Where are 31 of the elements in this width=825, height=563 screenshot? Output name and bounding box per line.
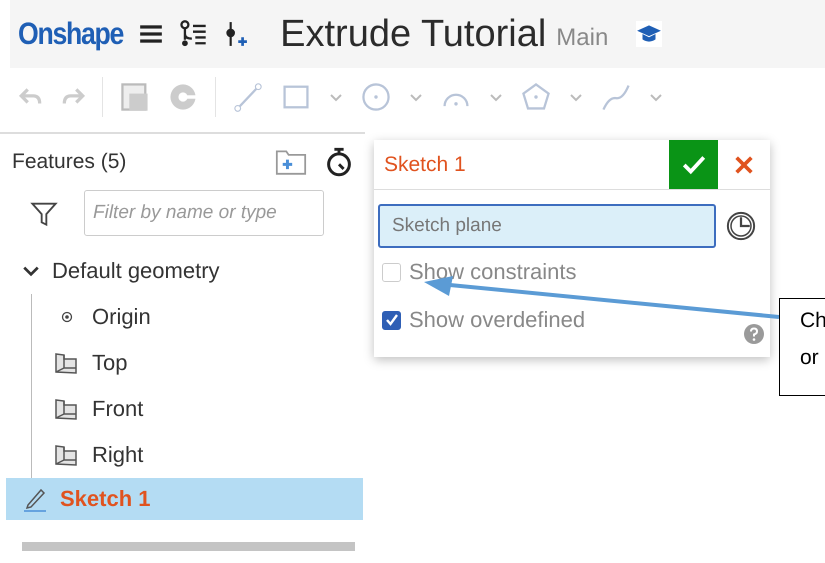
stopwatch-icon[interactable] (325, 147, 353, 177)
help-icon[interactable] (744, 324, 764, 344)
graduation-cap-icon[interactable] (636, 21, 662, 47)
feature-list-icon[interactable] (178, 19, 208, 49)
tree-item[interactable]: Origin (32, 294, 363, 340)
line-tool-icon[interactable] (232, 81, 264, 113)
plane-icon (54, 351, 80, 375)
panel-title: Features (5) (12, 150, 128, 174)
tree-item[interactable]: Top (32, 340, 363, 386)
sketch-plane-field[interactable]: Sketch plane (378, 204, 716, 248)
callout-text: or (800, 345, 820, 371)
origin-point-icon (61, 311, 73, 323)
tree-item[interactable]: Default geometry (6, 248, 363, 294)
checkbox-label: Show overdefined (409, 307, 586, 333)
accept-button[interactable] (669, 140, 718, 189)
filter-field[interactable]: Filter by name or type (84, 190, 324, 236)
tree-item[interactable]: Right (32, 432, 363, 478)
plane-icon (54, 397, 80, 421)
checkbox-label: Show constraints (409, 259, 577, 285)
circle-tool-icon[interactable] (360, 81, 392, 113)
scrollbar[interactable] (22, 542, 355, 551)
logo[interactable]: Onshape (18, 16, 124, 52)
pencil-icon (22, 486, 48, 512)
close-icon (733, 154, 755, 176)
clock-icon[interactable] (726, 211, 756, 241)
plane-icon (54, 443, 80, 467)
checkbox[interactable] (382, 310, 401, 330)
tree-item[interactable]: Front (32, 386, 363, 432)
document-title: Extrude Tutorial (280, 12, 546, 56)
dialog-title: Sketch 1 (383, 152, 467, 176)
add-folder-icon[interactable] (275, 149, 307, 175)
